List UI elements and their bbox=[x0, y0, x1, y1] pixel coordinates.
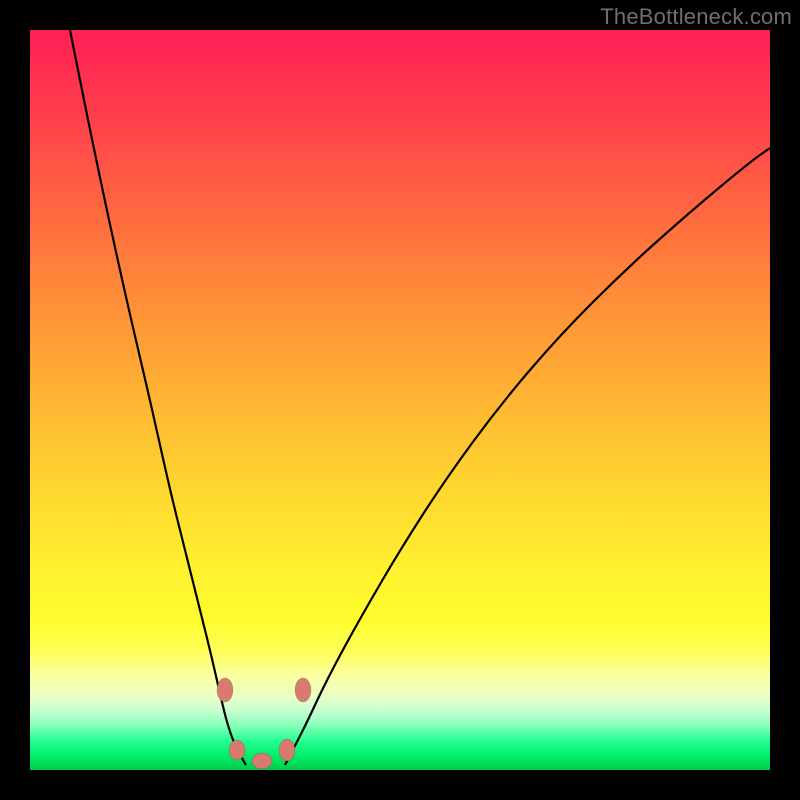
marker-dot bbox=[229, 740, 245, 760]
marker-dot bbox=[217, 678, 233, 702]
curve-left bbox=[70, 30, 246, 765]
chart-area bbox=[30, 30, 770, 770]
marker-group bbox=[217, 678, 311, 769]
curve-right bbox=[285, 148, 770, 765]
marker-dot bbox=[252, 753, 272, 769]
watermark-text: TheBottleneck.com bbox=[600, 4, 792, 30]
chart-svg bbox=[30, 30, 770, 770]
marker-dot bbox=[295, 678, 311, 702]
marker-dot bbox=[279, 739, 295, 761]
